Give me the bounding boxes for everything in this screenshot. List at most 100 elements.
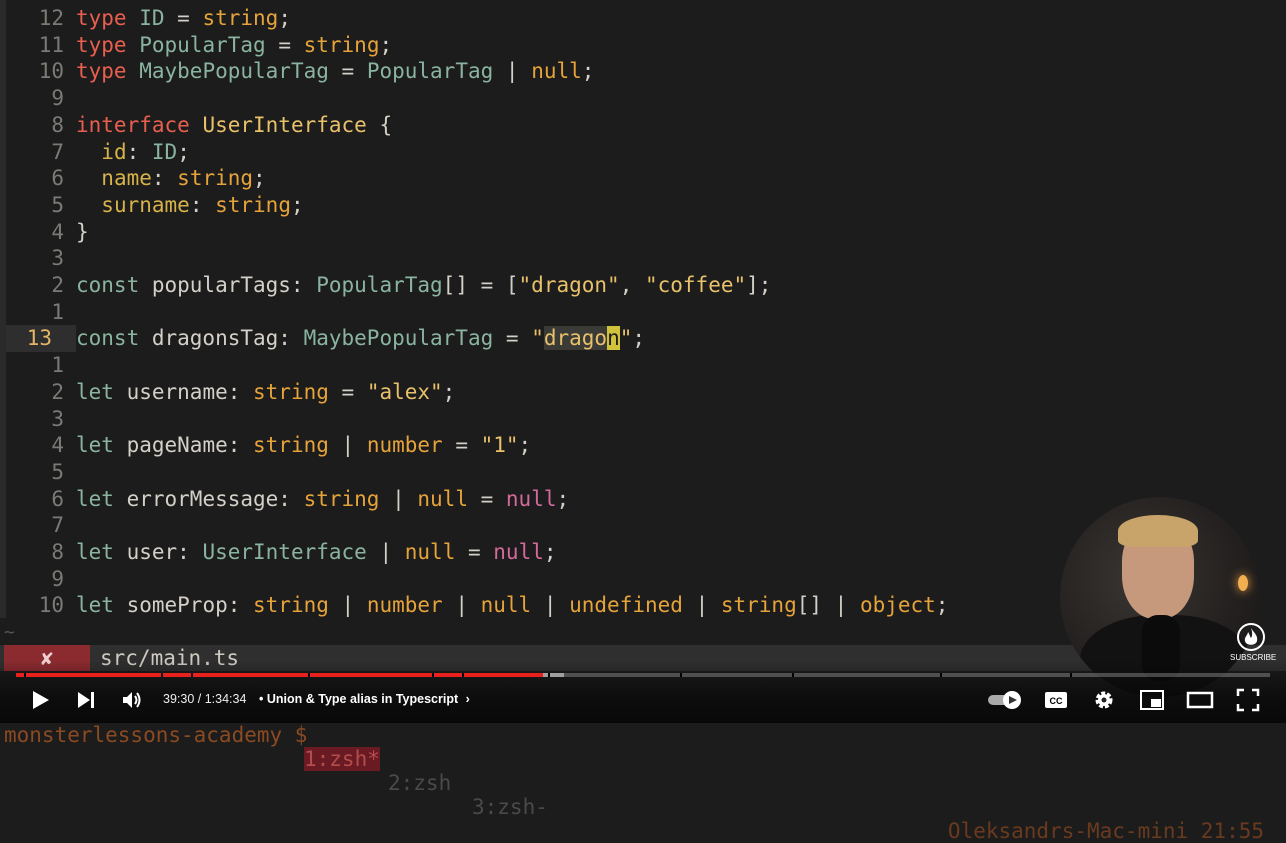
- chapter-separator: •: [259, 692, 264, 706]
- theater-mode-button[interactable]: [1186, 688, 1214, 712]
- code-token: null: [531, 59, 582, 84]
- tmux-window-2[interactable]: 2:zsh: [388, 771, 451, 795]
- code-token: :: [189, 192, 216, 217]
- code-token: PopularTag: [366, 59, 494, 84]
- code-text: type MaybePopularTag = PopularTag | null…: [76, 58, 594, 85]
- code-line[interactable]: 3: [0, 245, 1286, 272]
- code-line[interactable]: 10 type MaybePopularTag = PopularTag | nu…: [0, 58, 1286, 85]
- code-token: string: [215, 192, 291, 217]
- code-token: let: [76, 379, 114, 404]
- code-token: [] |: [796, 593, 860, 618]
- code-line[interactable]: 1: [0, 352, 1286, 379]
- video-progress-bar[interactable]: [16, 673, 1270, 677]
- code-token: |: [682, 593, 721, 618]
- tmux-host-clock: Oleksandrs-Mac-mini 21:55: [947, 819, 1264, 843]
- code-text: type ID = string;: [76, 5, 291, 32]
- code-line[interactable]: 13 const dragonsTag: MaybePopularTag = "d…: [0, 325, 1286, 352]
- code-token: }: [76, 219, 89, 244]
- code-text: name: string;: [76, 165, 266, 192]
- code-line[interactable]: 12 type ID = string;: [0, 5, 1286, 32]
- settings-button[interactable]: [1092, 688, 1116, 712]
- miniplayer-button[interactable]: [1140, 688, 1164, 712]
- code-token: "coffee": [644, 273, 747, 297]
- code-text: let pageName: string | number = "1";: [76, 432, 531, 459]
- code-line[interactable]: 5: [0, 459, 1286, 486]
- chapter-marker: [24, 673, 26, 677]
- code-text: }: [76, 219, 89, 246]
- next-button[interactable]: [74, 688, 98, 712]
- code-token: "1": [480, 433, 519, 458]
- code-token: const: [76, 273, 140, 297]
- line-number: 9: [51, 566, 64, 591]
- code-line[interactable]: 4 let pageName: string | number = "1";: [0, 432, 1286, 459]
- code-text: type PopularTag = string;: [76, 32, 392, 59]
- line-number: 7: [51, 139, 64, 164]
- chapter-title[interactable]: • Union & Type alias in Typescript ›: [259, 692, 470, 706]
- tmux-window-1[interactable]: 1:zsh*: [304, 747, 380, 771]
- code-token: ;: [278, 6, 291, 30]
- code-token: |: [493, 59, 532, 84]
- code-token: number: [366, 433, 443, 458]
- line-number: 12: [38, 6, 64, 30]
- code-token: ;: [632, 326, 646, 351]
- code-line[interactable]: 2 const popularTags: PopularTag[] = ["dra…: [0, 272, 1286, 299]
- code-token: pageName:: [113, 433, 254, 458]
- code-line[interactable]: 1: [0, 299, 1286, 326]
- code-text: let errorMessage: string | null = null;: [76, 486, 569, 513]
- autoplay-toggle[interactable]: [986, 688, 1026, 712]
- play-button[interactable]: [28, 688, 52, 712]
- code-token: =: [467, 486, 506, 511]
- code-token: string: [720, 593, 797, 618]
- code-token: |: [442, 593, 481, 618]
- code-text: interface UserInterface {: [76, 112, 392, 139]
- code-token: ];: [746, 273, 772, 297]
- captions-button[interactable]: CC: [1044, 688, 1068, 712]
- code-token: dragonsTag:: [139, 326, 304, 351]
- subscribe-watermark[interactable]: SUBSCRIBE: [1230, 623, 1276, 665]
- line-number: 4: [51, 219, 64, 244]
- code-token: type: [76, 6, 127, 30]
- volume-button[interactable]: [120, 688, 144, 712]
- code-token: =: [164, 6, 203, 30]
- code-line[interactable]: 8 interface UserInterface {: [0, 112, 1286, 139]
- line-number: 13: [26, 326, 52, 351]
- code-token: string: [253, 433, 329, 458]
- code-token: let: [76, 593, 114, 618]
- code-token: ;: [935, 593, 949, 618]
- code-token: errorMessage:: [113, 486, 304, 511]
- chapter-marker: [1070, 673, 1072, 677]
- code-line[interactable]: 2 let username: string = "alex";: [0, 379, 1286, 406]
- code-line[interactable]: 5 surname: string;: [0, 192, 1286, 219]
- code-token: PopularTag: [139, 32, 266, 57]
- code-token: ": [531, 326, 544, 351]
- code-token: string: [303, 486, 380, 511]
- code-line[interactable]: 6 let errorMessage: string | null = null;: [0, 486, 1286, 513]
- code-line[interactable]: 4}: [0, 219, 1286, 246]
- line-number: 8: [51, 540, 64, 564]
- code-token: =: [455, 540, 494, 564]
- code-line[interactable]: 3: [0, 406, 1286, 433]
- code-token: let: [76, 540, 114, 564]
- code-token: ;: [253, 166, 266, 191]
- code-token: id: [101, 139, 127, 164]
- chapter-marker: [432, 673, 434, 677]
- code-token: {: [366, 112, 393, 137]
- code-token: |: [328, 593, 367, 618]
- code-token: ;: [518, 433, 532, 458]
- tmux-window-3[interactable]: 3:zsh-: [472, 795, 548, 819]
- code-token: ;: [556, 486, 570, 511]
- code-token: =: [328, 59, 367, 84]
- code-text: let user: UserInterface | null = null;: [76, 539, 557, 566]
- code-line[interactable]: 11 type PopularTag = string;: [0, 32, 1286, 59]
- fullscreen-button[interactable]: [1236, 688, 1260, 712]
- code-token: ": [619, 326, 633, 351]
- code-token: ;: [379, 32, 393, 57]
- play-icon: [33, 691, 49, 709]
- gear-icon: [1095, 691, 1113, 709]
- code-token: =: [328, 379, 367, 404]
- code-line[interactable]: 7 id: ID;: [0, 139, 1286, 166]
- code-line[interactable]: 9: [0, 85, 1286, 112]
- code-token: username:: [113, 379, 254, 404]
- code-line[interactable]: 6 name: string;: [0, 165, 1286, 192]
